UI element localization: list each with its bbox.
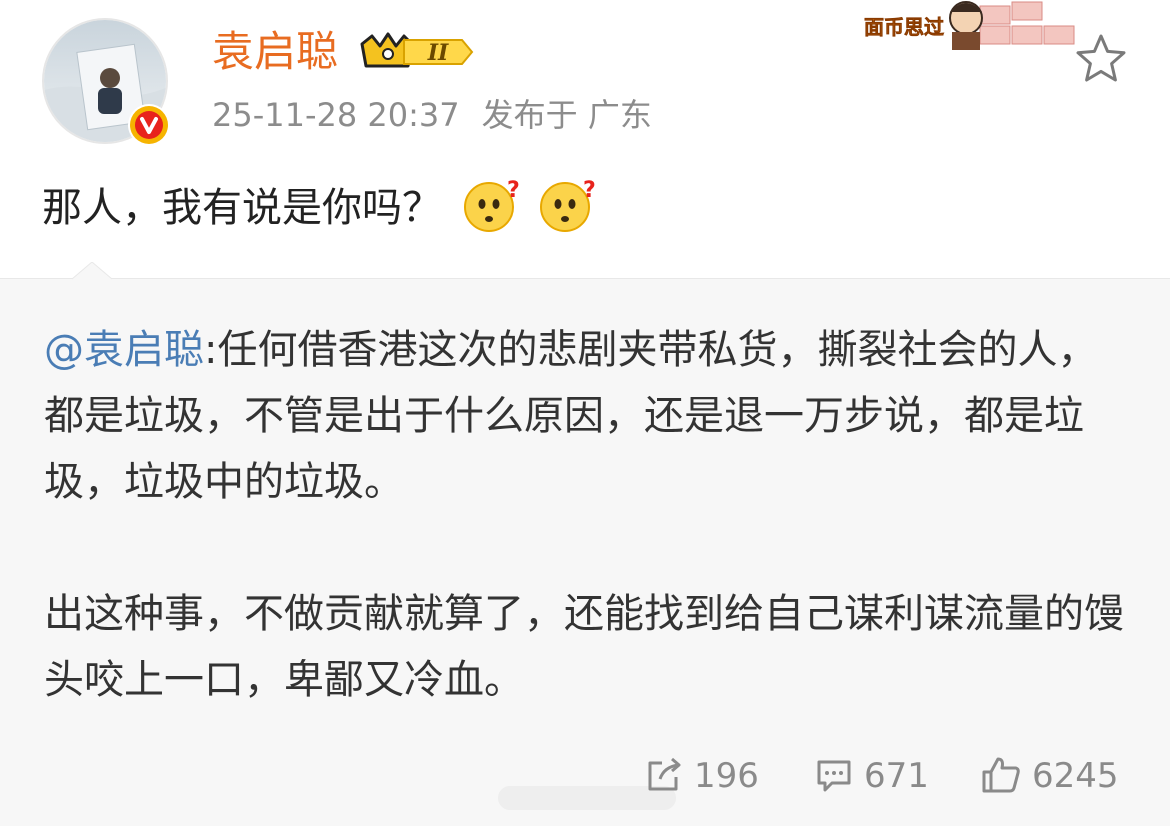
star-icon	[1076, 34, 1126, 82]
like-icon	[982, 757, 1020, 793]
vip-level: II	[427, 40, 449, 66]
post-text: 那人，我有说是你吗？	[42, 185, 442, 231]
decoration-sticker: 面币思过	[862, 0, 1092, 52]
repost-count: 196	[694, 756, 759, 796]
comment-count: 671	[864, 756, 929, 796]
username[interactable]: 袁启聪	[212, 24, 338, 80]
thinking-question-emoji: ?	[539, 177, 596, 233]
repost-text-block: @袁启聪:任何借香港这次的悲剧夹带私货，撕裂社会的人，都是垃圾，不管是出于什么原…	[44, 317, 1134, 713]
like-button[interactable]: 6245	[980, 748, 1119, 804]
reposted-content[interactable]: @袁启聪:任何借香港这次的悲剧夹带私货，撕裂社会的人，都是垃圾，不管是出于什么原…	[0, 278, 1170, 826]
repost-pointer	[72, 262, 112, 280]
like-count: 6245	[1032, 756, 1119, 796]
thinking-question-emoji: ?	[463, 177, 519, 233]
decoration-text: 面币思过	[864, 15, 944, 39]
location: 发布于 广东	[481, 96, 652, 134]
post-header: 袁启聪 II 25-11-28 20:37 发布于 广东 面币思过	[0, 0, 1170, 160]
action-bar: 196 671 6245	[0, 748, 1170, 804]
svg-text:?: ?	[507, 178, 519, 203]
vip-crown-icon[interactable]: II	[356, 30, 476, 74]
verified-badge-icon	[128, 104, 170, 146]
repost-text: :任何借香港这次的悲剧夹带私货，撕裂社会的人，都是垃圾，不管是出于什么原因，还是…	[44, 327, 1124, 703]
post-meta: 25-11-28 20:37 发布于 广东	[212, 90, 652, 140]
favorite-star-button[interactable]	[1074, 32, 1128, 86]
mention-link[interactable]: @袁启聪	[44, 327, 204, 373]
post-body: 那人，我有说是你吗？ ? ?	[42, 176, 596, 240]
comment-button[interactable]: 671	[814, 748, 929, 804]
repost-icon	[648, 757, 681, 791]
svg-text:?: ?	[583, 178, 595, 203]
comment-icon	[817, 760, 851, 792]
repost-button[interactable]: 196	[644, 748, 759, 804]
timestamp: 25-11-28 20:37	[212, 96, 460, 134]
